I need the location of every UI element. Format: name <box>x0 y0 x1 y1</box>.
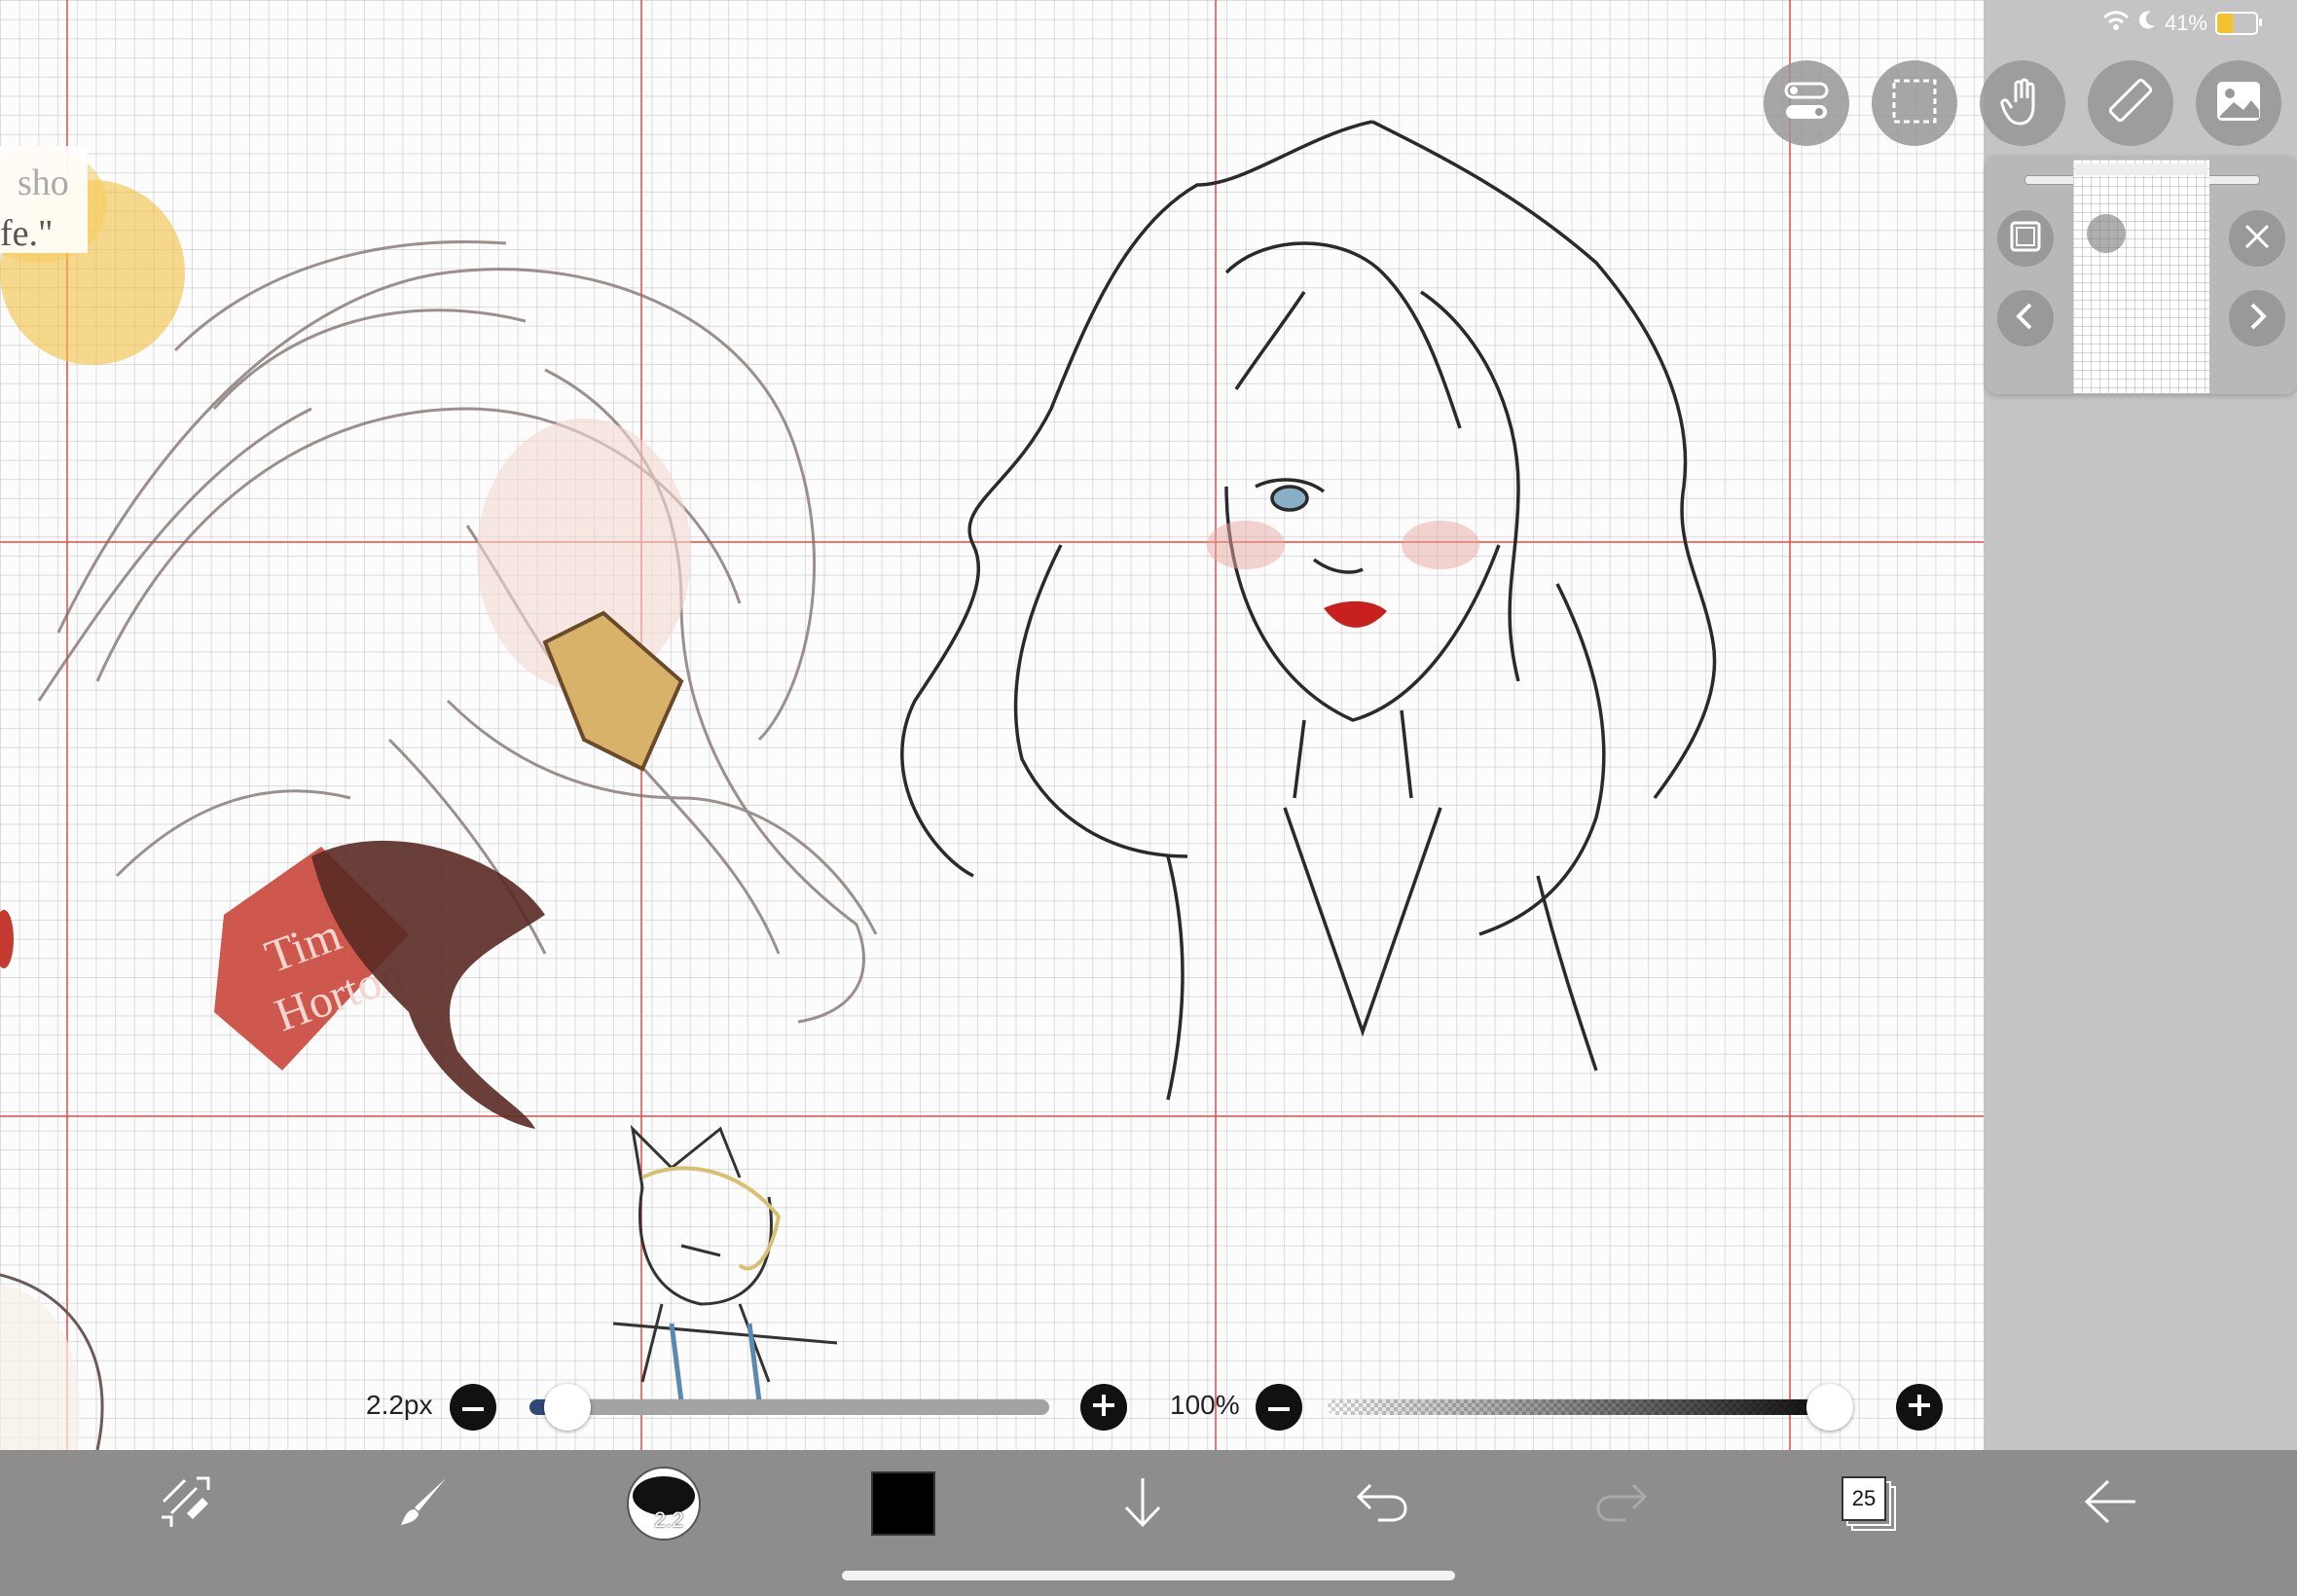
battery-percent: 41% <box>2164 11 2207 35</box>
back-button[interactable] <box>2052 1450 2169 1557</box>
brush-icon <box>397 1474 452 1534</box>
opacity-increase-button[interactable] <box>1896 1384 1943 1431</box>
minus-icon <box>462 1398 484 1416</box>
brush-preview-label: 2.2 <box>654 1507 684 1532</box>
layers-icon: 25 <box>1841 1476 1896 1531</box>
ruler-icon <box>2104 75 2157 132</box>
opacity-decrease-button[interactable] <box>1256 1384 1302 1431</box>
hand-tool-button[interactable] <box>1980 60 2065 146</box>
undo-button[interactable] <box>1324 1450 1440 1557</box>
artwork: Tim Horton <box>0 120 1717 1450</box>
selection-button[interactable] <box>1872 60 1957 146</box>
transform-button[interactable] <box>127 1450 243 1557</box>
brush-size-label: 2.2px <box>366 1390 433 1420</box>
preview-marker <box>2087 214 2126 253</box>
brush-button[interactable] <box>366 1450 483 1557</box>
selection-icon <box>1890 77 1939 130</box>
image-button[interactable] <box>2196 60 2281 146</box>
transform-icon <box>158 1474 212 1534</box>
navigator-panel[interactable] <box>1986 156 2297 394</box>
undo-icon <box>1355 1479 1409 1529</box>
brush-size-thumb[interactable] <box>543 1384 591 1431</box>
ruler-button[interactable] <box>2088 60 2173 146</box>
download-icon <box>1118 1474 1167 1534</box>
moon-icon <box>2137 10 2157 37</box>
download-button[interactable] <box>1084 1450 1201 1557</box>
back-arrow-icon <box>2081 1477 2139 1531</box>
layers-count: 25 <box>1841 1476 1886 1521</box>
navigator-preview[interactable] <box>2073 160 2209 393</box>
image-icon <box>2214 79 2263 128</box>
next-icon <box>2242 302 2272 336</box>
brush-size-slider[interactable] <box>529 1384 1049 1431</box>
brush-size-button[interactable]: 2.2 <box>605 1450 722 1557</box>
quote-fragment: sho <box>18 163 69 203</box>
wifi-icon <box>2102 10 2130 37</box>
previous-icon <box>2011 302 2040 336</box>
status-bar: 41% <box>2102 10 2262 37</box>
next-button[interactable] <box>2229 290 2285 346</box>
color-button[interactable] <box>845 1450 962 1557</box>
drawing-canvas[interactable]: Tim Horton sho fe." <box>0 0 1984 1450</box>
minus-icon <box>1268 1398 1290 1416</box>
brush-size-increase-button[interactable] <box>1080 1384 1127 1431</box>
plus-icon <box>1093 1394 1114 1421</box>
frame-icon <box>2009 220 2042 258</box>
opacity-thumb[interactable] <box>1806 1384 1853 1431</box>
home-indicator[interactable] <box>842 1571 1455 1580</box>
opacity-slider[interactable] <box>1328 1384 1853 1431</box>
layers-button[interactable]: 25 <box>1810 1450 1927 1557</box>
layer-toggle-button[interactable] <box>1764 60 1849 146</box>
hand-tool-icon <box>1998 75 2047 132</box>
opacity-label: 100% <box>1170 1390 1240 1420</box>
preview-header <box>2075 163 2207 175</box>
close-icon <box>2242 222 2272 256</box>
close-button[interactable] <box>2229 210 2285 267</box>
redo-icon <box>1594 1479 1649 1529</box>
brush-size-decrease-button[interactable] <box>450 1384 496 1431</box>
layer-toggle-icon <box>1782 80 1831 127</box>
previous-button[interactable] <box>1997 290 2054 346</box>
redo-button[interactable] <box>1563 1450 1680 1557</box>
quote-fragment: fe." <box>0 213 54 254</box>
brush-size-icon: 2.2 <box>627 1467 701 1541</box>
frame-button[interactable] <box>1997 210 2054 267</box>
color-swatch <box>871 1471 935 1536</box>
battery-charging-icon <box>2215 12 2262 35</box>
plus-icon <box>1909 1394 1930 1421</box>
